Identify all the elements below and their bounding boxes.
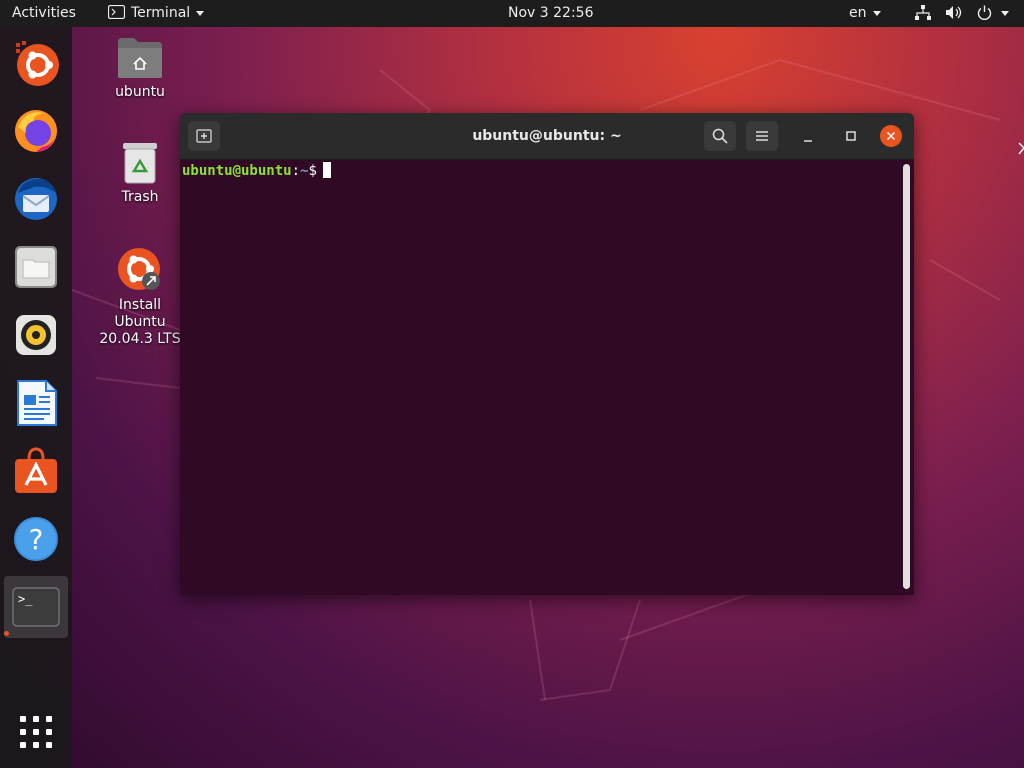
show-applications-button[interactable] bbox=[8, 704, 64, 760]
terminal-window[interactable]: ubuntu@ubuntu: ~ ubuntu@ubuntu:~$ bbox=[180, 113, 914, 595]
hamburger-menu-icon bbox=[756, 131, 768, 141]
mouse-pointer-icon bbox=[1018, 142, 1024, 155]
minimize-button[interactable] bbox=[798, 127, 818, 147]
desktop-icon-install-ubuntu[interactable]: Install Ubuntu 20.04.3 LTS bbox=[92, 245, 188, 348]
desktop-icon-home[interactable]: ubuntu bbox=[95, 36, 185, 101]
prompt-colon: : bbox=[291, 163, 301, 179]
close-button[interactable] bbox=[880, 125, 902, 147]
desktop-icon-label-line2: 20.04.3 LTS bbox=[99, 331, 181, 347]
document-icon bbox=[17, 380, 57, 426]
dock-item-writer[interactable] bbox=[8, 375, 64, 431]
chevron-down-icon bbox=[872, 10, 881, 16]
chevron-down-icon bbox=[196, 10, 205, 16]
svg-text:>_: >_ bbox=[18, 592, 33, 606]
terminal-headerbar[interactable]: ubuntu@ubuntu: ~ bbox=[180, 113, 914, 160]
dock-item-thunderbird[interactable] bbox=[8, 171, 64, 227]
system-menu[interactable] bbox=[915, 0, 1009, 27]
terminal-small-icon bbox=[107, 4, 126, 20]
help-icon: ? bbox=[14, 517, 58, 561]
ubuntu-installer-icon bbox=[118, 248, 160, 290]
search-icon bbox=[712, 128, 728, 144]
desktop-icon-label-line1: Install Ubuntu bbox=[114, 297, 166, 330]
maximize-icon bbox=[846, 131, 856, 141]
dock-item-install-ubuntu[interactable] bbox=[8, 35, 64, 91]
desktop-icon-label: ubuntu bbox=[115, 84, 165, 100]
speaker-icon bbox=[16, 315, 56, 355]
scrollbar[interactable] bbox=[903, 164, 910, 589]
network-icon bbox=[915, 5, 931, 20]
activities-button[interactable]: Activities bbox=[12, 0, 76, 27]
trash-icon bbox=[123, 143, 157, 184]
chevron-down-icon bbox=[1000, 10, 1009, 16]
prompt-symbol: $ bbox=[308, 163, 317, 179]
app-menu-label: Terminal bbox=[131, 5, 191, 21]
new-tab-button[interactable] bbox=[188, 121, 220, 151]
shopping-bag-icon bbox=[15, 447, 57, 493]
app-menu[interactable]: Terminal bbox=[107, 0, 205, 27]
prompt-user-host: ubuntu@ubuntu bbox=[182, 163, 292, 179]
folder-icon bbox=[15, 246, 57, 288]
ubuntu-installer-icon bbox=[16, 41, 59, 86]
shell-prompt: ubuntu@ubuntu:~$ bbox=[182, 162, 331, 180]
app-grid-icon bbox=[20, 716, 52, 748]
language-indicator[interactable]: en bbox=[849, 0, 881, 27]
svg-text:?: ? bbox=[29, 523, 44, 556]
dock-item-rhythmbox[interactable] bbox=[8, 307, 64, 363]
minimize-icon bbox=[804, 140, 812, 142]
dock-item-software[interactable] bbox=[8, 443, 64, 499]
menu-button[interactable] bbox=[746, 121, 778, 151]
terminal-icon: >_ bbox=[12, 587, 60, 627]
search-button[interactable] bbox=[704, 121, 736, 151]
running-indicator bbox=[4, 631, 9, 636]
text-cursor bbox=[322, 162, 331, 178]
new-tab-icon bbox=[196, 129, 212, 143]
thunderbird-icon bbox=[15, 178, 57, 220]
dock: ? >_ bbox=[0, 27, 72, 768]
dock-item-firefox[interactable] bbox=[8, 103, 64, 159]
power-icon bbox=[977, 5, 992, 20]
desktop-icon-label: Trash bbox=[121, 189, 159, 205]
home-folder-icon bbox=[118, 38, 162, 78]
language-label: en bbox=[849, 5, 867, 21]
dock-item-help[interactable]: ? bbox=[8, 511, 64, 567]
top-bar: Activities Terminal Nov 3 22:56 en bbox=[0, 0, 1024, 27]
close-icon bbox=[886, 131, 896, 141]
dock-item-files[interactable] bbox=[8, 239, 64, 295]
dock-item-terminal[interactable]: >_ bbox=[4, 576, 68, 638]
maximize-button[interactable] bbox=[841, 126, 861, 146]
clock[interactable]: Nov 3 22:56 bbox=[508, 0, 593, 27]
terminal-body[interactable]: ubuntu@ubuntu:~$ bbox=[180, 160, 914, 595]
firefox-icon bbox=[15, 110, 57, 152]
desktop-icon-trash[interactable]: Trash bbox=[95, 141, 185, 206]
volume-icon bbox=[946, 6, 962, 19]
